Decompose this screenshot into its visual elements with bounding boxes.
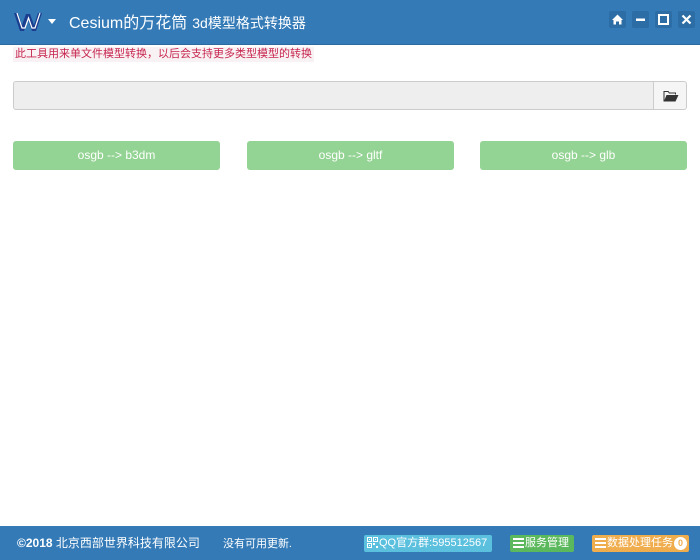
home-button[interactable]: [609, 11, 626, 28]
folder-open-icon: [663, 91, 679, 102]
w-logo-icon[interactable]: [13, 10, 43, 34]
notice-text: 此工具用来单文件模型转换，以后会支持更多类型模型的转换: [13, 47, 314, 62]
service-management-label: 服务管理: [525, 537, 569, 549]
task-count-badge: 0: [674, 537, 687, 550]
qq-group-badge[interactable]: QQ官方群:595512567: [364, 535, 492, 552]
osgb-to-gltf-button[interactable]: osgb --> gltf: [247, 141, 454, 170]
qq-group-label: QQ官方群:595512567: [379, 537, 488, 549]
copyright-year: ©2018: [17, 536, 53, 550]
update-status-text: 没有可用更新.: [223, 538, 292, 550]
home-icon: [612, 14, 623, 25]
data-tasks-badge[interactable]: 数据处理任务 0: [592, 535, 689, 552]
close-button[interactable]: [678, 11, 695, 28]
osgb-to-b3dm-button[interactable]: osgb --> b3dm: [13, 141, 220, 170]
app-title: Cesium的万花筒 3d模型格式转换器: [69, 13, 306, 34]
list-icon: [595, 538, 606, 548]
app-window: Cesium的万花筒 3d模型格式转换器 此工具用来单文件模型转换，以后会支持更多…: [0, 0, 700, 560]
close-icon: [681, 14, 692, 25]
list-icon: [513, 538, 524, 548]
app-subtitle: 3d模型格式转换器: [192, 15, 306, 31]
osgb-to-glb-button[interactable]: osgb --> glb: [480, 141, 687, 170]
service-management-badge[interactable]: 服务管理: [510, 535, 574, 552]
maximize-button[interactable]: [655, 11, 672, 28]
data-tasks-label: 数据处理任务: [607, 537, 673, 549]
qrcode-icon: [367, 537, 378, 548]
maximize-icon: [658, 14, 669, 25]
copyright-text: ©2018 北京西部世界科技有限公司: [17, 536, 200, 550]
menu-dropdown-caret-icon[interactable]: [48, 19, 56, 24]
company-name: 北京西部世界科技有限公司: [52, 536, 200, 550]
title-bar: Cesium的万花筒 3d模型格式转换器: [0, 0, 700, 45]
browse-file-button[interactable]: [653, 81, 687, 110]
file-path-input[interactable]: [13, 81, 653, 110]
minimize-icon: [636, 18, 645, 21]
minimize-button[interactable]: [632, 11, 649, 28]
app-name: Cesium的万花筒: [69, 15, 188, 32]
